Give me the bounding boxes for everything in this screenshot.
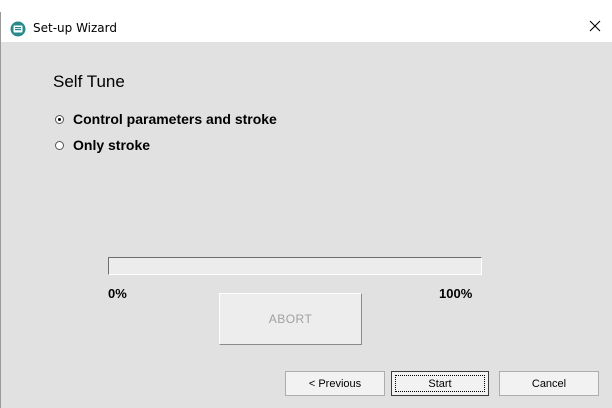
- top-strip: [0, 0, 612, 12]
- progress-min-label: 0%: [108, 286, 127, 301]
- progress-bar: [108, 257, 482, 275]
- radio-button[interactable]: [55, 140, 64, 150]
- title-bar[interactable]: Set-up Wizard: [0, 12, 612, 42]
- close-button[interactable]: [582, 16, 608, 40]
- page-title: Self Tune: [53, 72, 125, 91]
- option-label[interactable]: Only stroke: [73, 137, 150, 153]
- radio-button-selected[interactable]: [55, 114, 64, 124]
- close-icon[interactable]: [589, 19, 601, 37]
- progress-max-label: 100%: [439, 286, 473, 301]
- previous-button[interactable]: < Previous: [285, 371, 385, 396]
- setup-wizard-window: Set-up Wizard Self Tune Control paramete…: [0, 0, 612, 408]
- option-control-parameters-and-stroke[interactable]: Control parameters and stroke: [55, 110, 277, 128]
- wizard-client-area: Self Tune Control parameters and stroke …: [0, 42, 612, 408]
- start-button[interactable]: Start: [391, 371, 489, 396]
- app-icon: [10, 21, 26, 37]
- window-title: Set-up Wizard: [33, 21, 117, 35]
- option-label[interactable]: Control parameters and stroke: [73, 111, 277, 127]
- focus-ring: [395, 375, 485, 392]
- cancel-button[interactable]: Cancel: [499, 371, 599, 396]
- option-only-stroke[interactable]: Only stroke: [55, 136, 150, 154]
- abort-button[interactable]: ABORT: [219, 293, 362, 345]
